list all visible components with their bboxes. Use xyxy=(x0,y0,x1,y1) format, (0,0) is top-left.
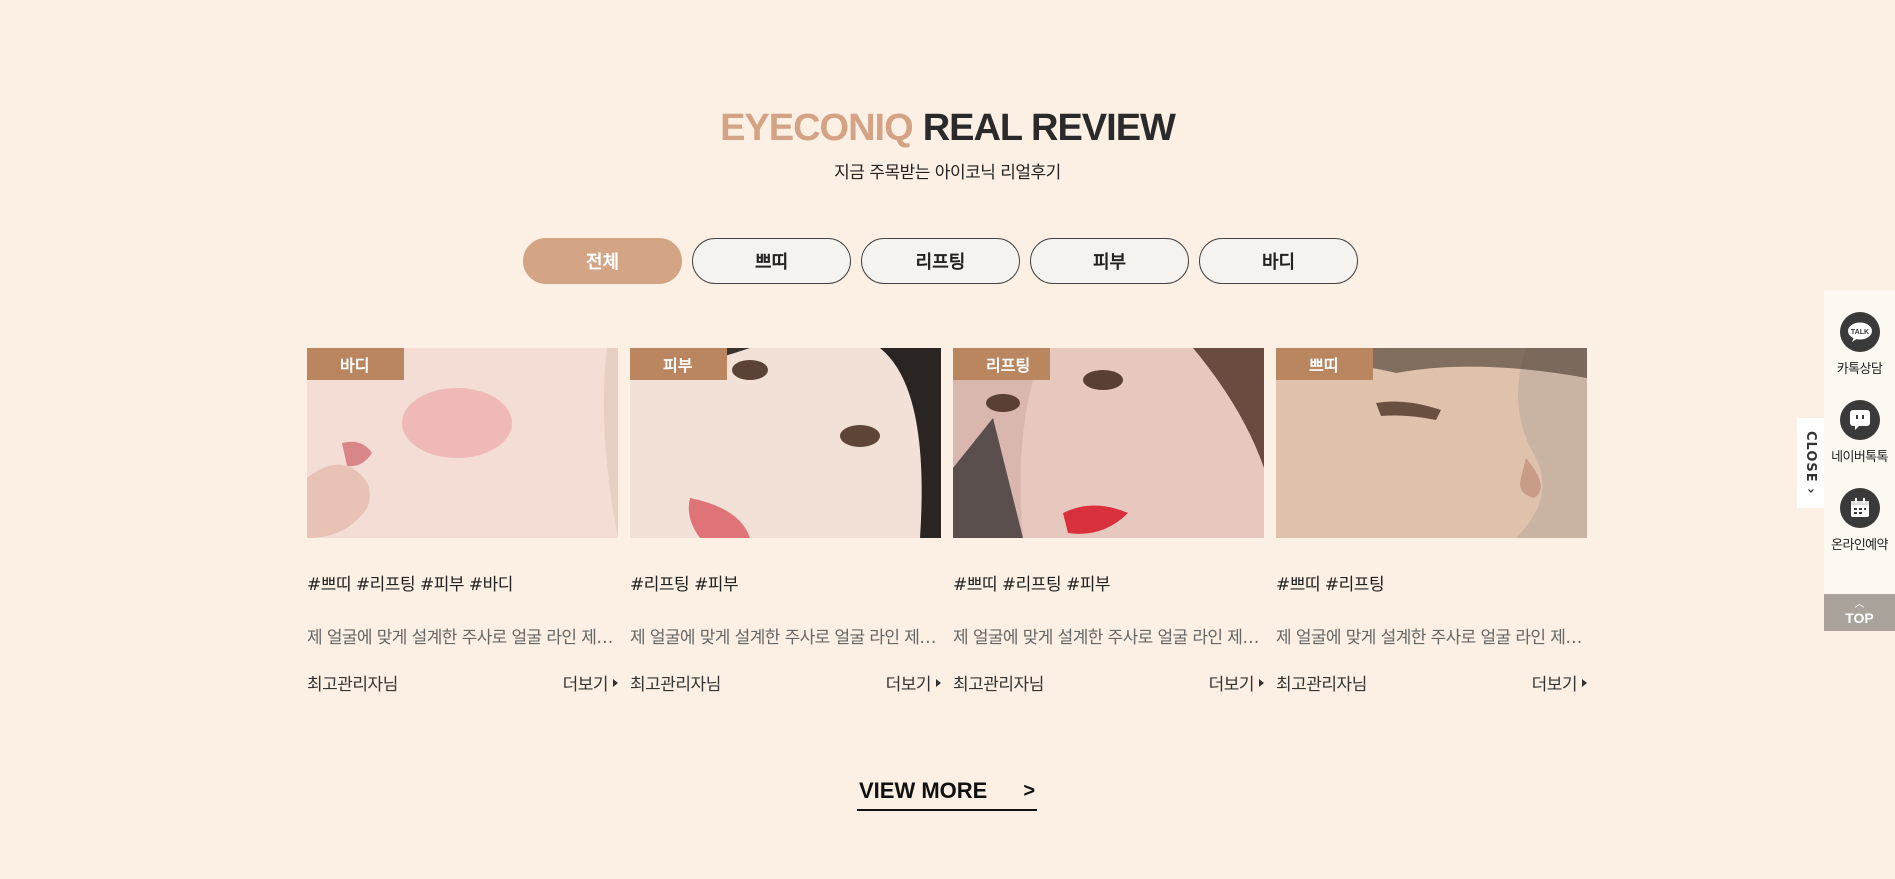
online-reservation[interactable]: 온라인예약 xyxy=(1824,488,1895,553)
caret-right-icon xyxy=(1582,678,1587,687)
review-image[interactable]: 피부 xyxy=(630,348,941,538)
review-description: 제 얼굴에 맞게 설계한 주사로 얼굴 라인 제대로 잡았어요 xyxy=(307,628,618,648)
svg-text:TALK: TALK xyxy=(1850,329,1868,336)
more-link[interactable]: 더보기 xyxy=(886,670,941,695)
section-subtitle: 지금 주목받는 아이코닉 리얼후기 xyxy=(834,163,1061,183)
more-link[interactable]: 더보기 xyxy=(1209,670,1264,695)
more-link[interactable]: 더보기 xyxy=(563,670,618,695)
review-author: 최고관리자님 xyxy=(953,675,1044,695)
more-link[interactable]: 더보기 xyxy=(1532,670,1587,695)
review-image[interactable]: 리프팅 xyxy=(953,348,1264,538)
category-badge: 바디 xyxy=(307,348,404,380)
review-image[interactable]: 바디 xyxy=(307,348,618,538)
view-more-label: VIEW MORE xyxy=(858,778,988,803)
tab-body[interactable]: 바디 xyxy=(1199,238,1358,284)
kakao-talk-consult[interactable]: TALK 카톡상담 xyxy=(1824,312,1895,377)
caret-right-icon xyxy=(936,678,941,687)
review-meta: 최고관리자님 더보기 xyxy=(630,670,941,695)
quick-menu-label: 온라인예약 xyxy=(1831,538,1888,553)
naver-talk[interactable]: 네이버톡톡 xyxy=(1824,400,1895,465)
tab-petit[interactable]: 쁘띠 xyxy=(692,238,851,284)
review-card[interactable]: 쁘띠 #쁘띠 #리프팅 제 얼굴에 맞게 설계한 주사로 얼굴 라인 제대로 잡… xyxy=(1276,348,1587,695)
review-card[interactable]: 리프팅 #쁘띠 #리프팅 #피부 제 얼굴에 맞게 설계한 주사로 얼굴 라인 … xyxy=(953,348,1264,695)
section-title: EYECONIQ REAL REVIEW xyxy=(0,104,1895,152)
review-list: 바디 #쁘띠 #리프팅 #피부 #바디 제 얼굴에 맞게 설계한 주사로 얼굴 … xyxy=(307,348,1587,695)
review-tags: #쁘띠 #리프팅 xyxy=(1276,575,1385,595)
tab-lifting[interactable]: 리프팅 xyxy=(861,238,1020,284)
more-label: 더보기 xyxy=(1208,675,1255,695)
review-card[interactable]: 바디 #쁘띠 #리프팅 #피부 #바디 제 얼굴에 맞게 설계한 주사로 얼굴 … xyxy=(307,348,618,695)
view-more-button[interactable]: VIEW MORE > xyxy=(857,773,1037,811)
review-image[interactable]: 쁘띠 xyxy=(1276,348,1587,538)
review-author: 최고관리자님 xyxy=(307,675,398,695)
review-author: 최고관리자님 xyxy=(1276,675,1367,695)
review-tags: #쁘띠 #리프팅 #피부 xyxy=(953,575,1111,595)
review-meta: 최고관리자님 더보기 xyxy=(953,670,1264,695)
title-rest: REAL REVIEW xyxy=(922,107,1176,149)
section-header: EYECONIQ REAL REVIEW 지금 주목받는 아이코닉 리얼후기 xyxy=(0,104,1895,183)
caret-right-icon xyxy=(613,678,618,687)
review-description: 제 얼굴에 맞게 설계한 주사로 얼굴 라인 제대로 잡았어요 xyxy=(1276,628,1587,648)
quick-menu-label: 네이버톡톡 xyxy=(1831,450,1888,465)
naver-talk-icon xyxy=(1839,400,1880,440)
review-meta: 최고관리자님 더보기 xyxy=(1276,670,1587,695)
calendar-icon xyxy=(1839,488,1880,528)
close-label: CLOSE › xyxy=(1803,431,1818,495)
quick-menu-label: 카톡상담 xyxy=(1836,362,1883,377)
tab-skin[interactable]: 피부 xyxy=(1030,238,1189,284)
title-brand: EYECONIQ xyxy=(720,107,914,149)
tab-all[interactable]: 전체 xyxy=(523,238,682,284)
quick-menu: TALK 카톡상담 네이버톡톡 온라인예약 ︿ TOP xyxy=(1824,290,1895,631)
caret-right-icon xyxy=(1259,678,1264,687)
review-tags: #쁘띠 #리프팅 #피부 #바디 xyxy=(307,575,513,595)
category-badge: 쁘띠 xyxy=(1276,348,1373,380)
review-meta: 최고관리자님 더보기 xyxy=(307,670,618,695)
more-label: 더보기 xyxy=(885,675,932,695)
review-description: 제 얼굴에 맞게 설계한 주사로 얼굴 라인 제대로 잡았어요 xyxy=(953,628,1264,648)
category-badge: 피부 xyxy=(630,348,727,380)
top-label: TOP xyxy=(1845,609,1874,626)
category-badge: 리프팅 xyxy=(953,348,1050,380)
review-author: 최고관리자님 xyxy=(630,675,721,695)
more-label: 더보기 xyxy=(1531,675,1578,695)
quick-menu-close-button[interactable]: CLOSE › xyxy=(1797,418,1824,508)
talk-icon: TALK xyxy=(1839,312,1880,352)
scroll-top-button[interactable]: ︿ TOP xyxy=(1824,594,1895,631)
review-card[interactable]: 피부 #리프팅 #피부 제 얼굴에 맞게 설계한 주사로 얼굴 라인 제대로 잡… xyxy=(630,348,941,695)
more-label: 더보기 xyxy=(562,675,609,695)
review-tags: #리프팅 #피부 xyxy=(630,575,739,595)
chevron-up-icon: ︿ xyxy=(1854,598,1865,610)
arrow-right-icon: > xyxy=(1023,779,1036,802)
category-tabs: 전체 쁘띠 리프팅 피부 바디 xyxy=(523,238,1358,284)
review-description: 제 얼굴에 맞게 설계한 주사로 얼굴 라인 제대로 잡았어요 xyxy=(630,628,941,648)
